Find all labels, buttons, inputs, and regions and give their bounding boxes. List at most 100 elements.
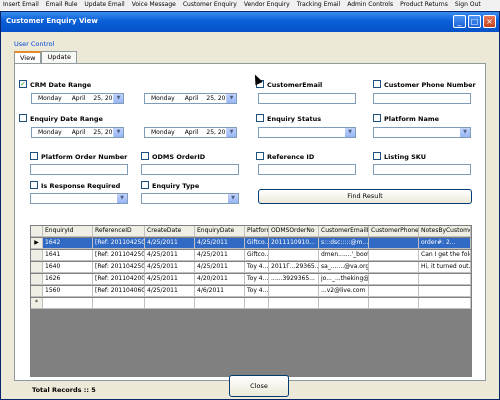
table-row[interactable]: 1641[Ref: 201104250...4/25/20114/25/2011… — [31, 250, 471, 261]
table-cell: 4/6/2011 — [195, 286, 245, 297]
table-cell: 4/25/2011 — [195, 250, 245, 261]
tab-update[interactable]: Update — [41, 51, 77, 63]
is-response-required-label: Is Response Required — [41, 182, 121, 190]
table-cell: Giftco... — [245, 250, 269, 261]
table-row[interactable]: ▶1642[Ref: 201104250...4/25/20114/25/201… — [31, 238, 471, 249]
table-cell — [43, 298, 93, 309]
odms-order-id-label: ODMS OrderID — [152, 153, 206, 161]
menu-vendor-enquiry[interactable]: Vendor Enquiry — [241, 0, 293, 10]
table-cell: 4/25/2011 — [145, 262, 195, 273]
grid-header-row[interactable]: EnquiryId ReferenceID CreateDate EnquiryDat… — [31, 226, 471, 237]
enquiry-date-to-picker[interactable]: Monday April 25, 2011 ▼ — [144, 127, 237, 138]
chevron-down-icon[interactable]: ▼ — [228, 194, 238, 203]
odms-order-id-checkbox[interactable] — [141, 152, 149, 160]
enq-to-month: April — [184, 129, 199, 136]
chevron-down-icon[interactable]: ▼ — [226, 94, 236, 103]
customer-phone-field[interactable] — [373, 93, 471, 104]
platform-name-select[interactable]: ▼ — [373, 127, 471, 138]
table-cell: Toy 4... — [245, 274, 269, 285]
chevron-down-icon[interactable]: ▼ — [460, 128, 470, 137]
table-cell — [145, 298, 195, 309]
table-cell: [Ref: 201104250... — [93, 238, 145, 249]
table-cell: 4/20/2011 — [195, 274, 245, 285]
menu-sign-out[interactable]: Sign Out — [452, 0, 484, 10]
maximize-button[interactable]: □ — [468, 15, 481, 28]
customer-enquiry-window: Customer Enquiry View _ □ × User Control… — [0, 11, 500, 400]
enquiry-status-select[interactable]: ▼ — [258, 127, 356, 138]
new-row[interactable]: * — [31, 298, 471, 309]
close-window-button[interactable]: × — [483, 15, 496, 28]
column-header: CreateDate — [145, 226, 195, 237]
table-cell — [369, 262, 419, 273]
chevron-down-icon[interactable]: ▼ — [117, 194, 127, 203]
title-bar[interactable]: Customer Enquiry View _ □ × — [1, 12, 499, 32]
table-cell: 4/25/2011 — [145, 274, 195, 285]
crm-date-range-checkbox[interactable]: ✓ — [19, 80, 27, 88]
table-cell: [Ref: 201104250... — [93, 250, 145, 261]
platform-order-number-field[interactable] — [30, 164, 128, 175]
chevron-down-icon[interactable]: ▼ — [345, 128, 355, 137]
table-cell — [245, 298, 269, 309]
enquiry-date-from-picker[interactable]: Monday April 25, 2011 ▼ — [31, 127, 124, 138]
minimize-button[interactable]: _ — [453, 15, 466, 28]
table-cell — [369, 250, 419, 261]
menu-product-returns[interactable]: Product Returns — [397, 0, 451, 10]
enquiry-date-range-checkbox[interactable] — [19, 114, 27, 122]
table-cell: 1641 — [43, 250, 93, 261]
reference-id-checkbox[interactable] — [256, 152, 264, 160]
menu-insert-email[interactable]: Insert Email — [0, 0, 42, 10]
table-cell — [369, 298, 419, 309]
table-cell: 1560 — [43, 286, 93, 297]
platform-order-number-checkbox[interactable] — [30, 152, 38, 160]
enquiry-type-checkbox[interactable] — [141, 181, 149, 189]
platform-name-checkbox[interactable] — [373, 114, 381, 122]
enquiry-type-select[interactable]: ▼ — [141, 193, 239, 204]
main-menu-bar: Insert Email Email Rule Update Email Voi… — [0, 0, 500, 10]
table-row[interactable]: 1640[Ref: 201104250...4/25/20114/25/2011… — [31, 262, 471, 273]
enquiry-results-grid[interactable]: EnquiryId ReferenceID CreateDate EnquiryDat… — [30, 225, 472, 377]
column-header: ODMSOrderNo — [269, 226, 319, 237]
table-cell: Can I get the fold... — [419, 250, 471, 261]
odms-order-id-field[interactable] — [141, 164, 239, 175]
menu-update-email[interactable]: Update Email — [81, 0, 127, 10]
enquiry-status-checkbox[interactable] — [256, 114, 264, 122]
crm-to-month: April — [184, 95, 199, 102]
listing-sku-checkbox[interactable] — [373, 152, 381, 160]
table-cell — [419, 298, 471, 309]
menu-customer-enquiry[interactable]: Customer Enquiry — [180, 0, 240, 10]
find-result-button[interactable]: Find Result — [258, 189, 472, 204]
enquiry-status-label: Enquiry Status — [267, 115, 322, 123]
reference-id-field[interactable] — [258, 164, 356, 175]
user-control-label: User Control — [14, 40, 55, 48]
customer-phone-checkbox[interactable] — [373, 80, 381, 88]
column-header: ReferenceID — [93, 226, 145, 237]
menu-voice-message[interactable]: Voice Message — [129, 0, 179, 10]
is-response-required-checkbox[interactable] — [30, 181, 38, 189]
table-cell — [419, 286, 471, 297]
chevron-down-icon[interactable]: ▼ — [113, 94, 123, 103]
table-cell — [369, 286, 419, 297]
row-selector — [31, 286, 43, 297]
chevron-down-icon[interactable]: ▼ — [226, 128, 236, 137]
crm-date-from-picker[interactable]: Monday April 25, 2011 ▼ — [31, 93, 124, 104]
row-header-corner — [31, 226, 43, 237]
menu-tracking-email[interactable]: Tracking Email — [294, 0, 344, 10]
menu-email-rule[interactable]: Email Rule — [43, 0, 81, 10]
menu-admin-controls[interactable]: Admin Controls — [344, 0, 396, 10]
crm-date-to-picker[interactable]: Monday April 25, 2011 ▼ — [144, 93, 237, 104]
platform-order-number-label: Platform Order Number — [41, 153, 128, 161]
table-cell: ...v2@live.com — [319, 286, 369, 297]
platform-name-label: Platform Name — [384, 115, 440, 123]
table-row[interactable]: 1560[Ref: 201104060...4/25/20114/6/2011T… — [31, 286, 471, 297]
customer-email-field[interactable] — [258, 93, 356, 104]
table-cell — [195, 298, 245, 309]
chevron-down-icon[interactable]: ▼ — [113, 128, 123, 137]
column-header: CustomerPhoneNo — [369, 226, 419, 237]
table-cell — [269, 286, 319, 297]
listing-sku-field[interactable] — [373, 164, 471, 175]
table-cell — [369, 238, 419, 249]
is-response-required-select[interactable]: ▼ — [30, 193, 128, 204]
customer-phone-label: Customer Phone Number — [384, 81, 476, 89]
table-row[interactable]: 1626[Ref: 201104200...4/25/20114/20/2011… — [31, 274, 471, 285]
close-button[interactable]: Close — [229, 375, 289, 397]
